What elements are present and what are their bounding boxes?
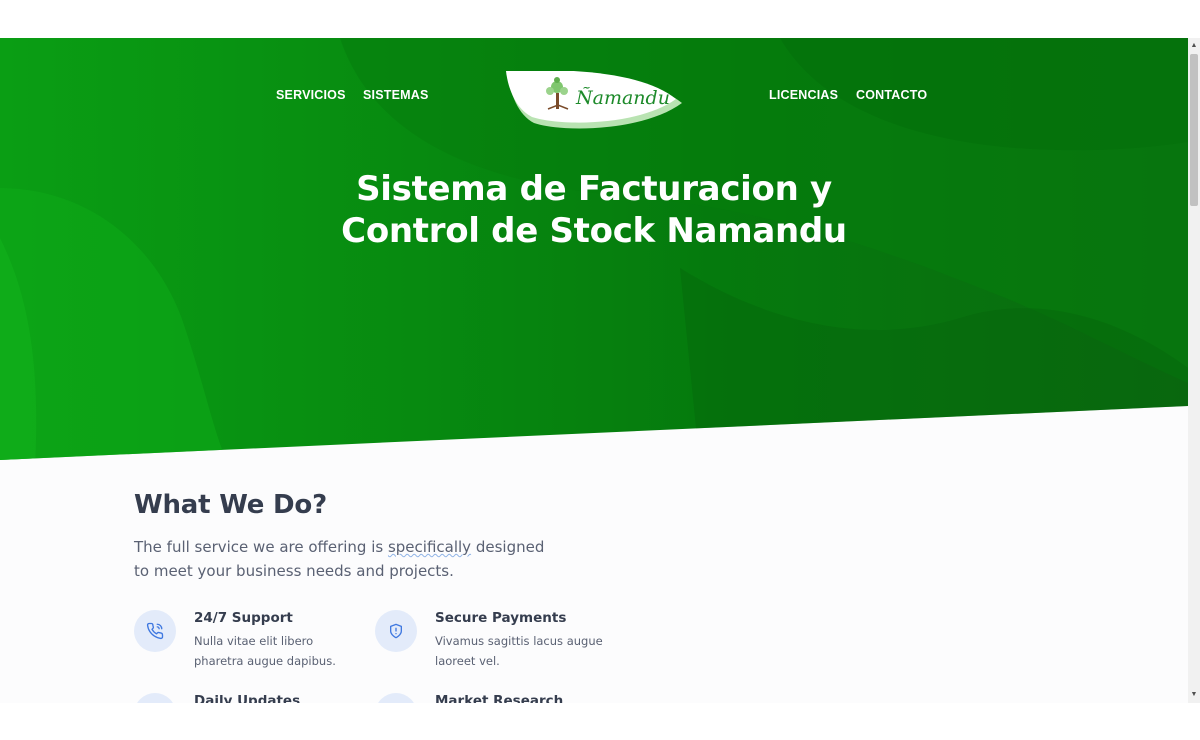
feature-title: Daily Updates: [194, 693, 301, 703]
hero-title: Sistema de Facturacion y Control de Stoc…: [300, 168, 888, 252]
section-description-start: The full service we are offering is: [134, 538, 388, 556]
feature-item-support: 24/7 Support Nulla vitae elit libero pha…: [134, 610, 364, 680]
scroll-up-arrow-icon[interactable]: ▲: [1188, 40, 1200, 52]
hero-title-line-2: Control de Stock Namandu: [341, 211, 847, 251]
update-icon: [134, 693, 176, 703]
hero-banner: SERVICIOS SISTEMAS Ñamandu LICENCIAS CON…: [0, 38, 1188, 460]
feature-item-payments: Secure Payments Vivamus sagittis lacus a…: [375, 610, 605, 680]
nav-link-licencias[interactable]: LICENCIAS: [769, 88, 838, 102]
spellcheck-word: specifically: [387, 538, 472, 556]
page-scrollbar[interactable]: ▲ ▼: [1188, 38, 1200, 703]
scrollbar-thumb[interactable]: [1190, 54, 1198, 206]
scroll-down-arrow-icon[interactable]: ▼: [1188, 689, 1200, 701]
feature-title: Secure Payments: [435, 610, 567, 626]
svg-text:Ñamandu: Ñamandu: [575, 86, 670, 109]
top-navigation: SERVICIOS SISTEMAS Ñamandu LICENCIAS CON…: [0, 38, 1188, 148]
feature-description: Vivamus sagittis lacus augue laoreet vel…: [435, 634, 603, 668]
namandu-logo[interactable]: Ñamandu: [504, 71, 686, 133]
phone-icon: [134, 610, 176, 652]
section-description: The full service we are offering is spec…: [134, 535, 564, 583]
page-viewport: SERVICIOS SISTEMAS Ñamandu LICENCIAS CON…: [0, 38, 1188, 703]
feature-item-research: Market Research: [375, 693, 605, 703]
hero-title-line-1: Sistema de Facturacion y: [356, 169, 832, 209]
chart-icon: [375, 693, 417, 703]
nav-link-sistemas[interactable]: SISTEMAS: [363, 88, 429, 102]
shield-icon: [375, 610, 417, 652]
feature-description: Nulla vitae elit libero pharetra augue d…: [194, 634, 336, 668]
feature-item-updates: Daily Updates: [134, 693, 364, 703]
nav-link-contacto[interactable]: CONTACTO: [856, 88, 927, 102]
section-title: What We Do?: [134, 490, 327, 520]
feature-title: 24/7 Support: [194, 610, 293, 626]
feature-title: Market Research: [435, 693, 564, 703]
nav-link-servicios[interactable]: SERVICIOS: [276, 88, 346, 102]
